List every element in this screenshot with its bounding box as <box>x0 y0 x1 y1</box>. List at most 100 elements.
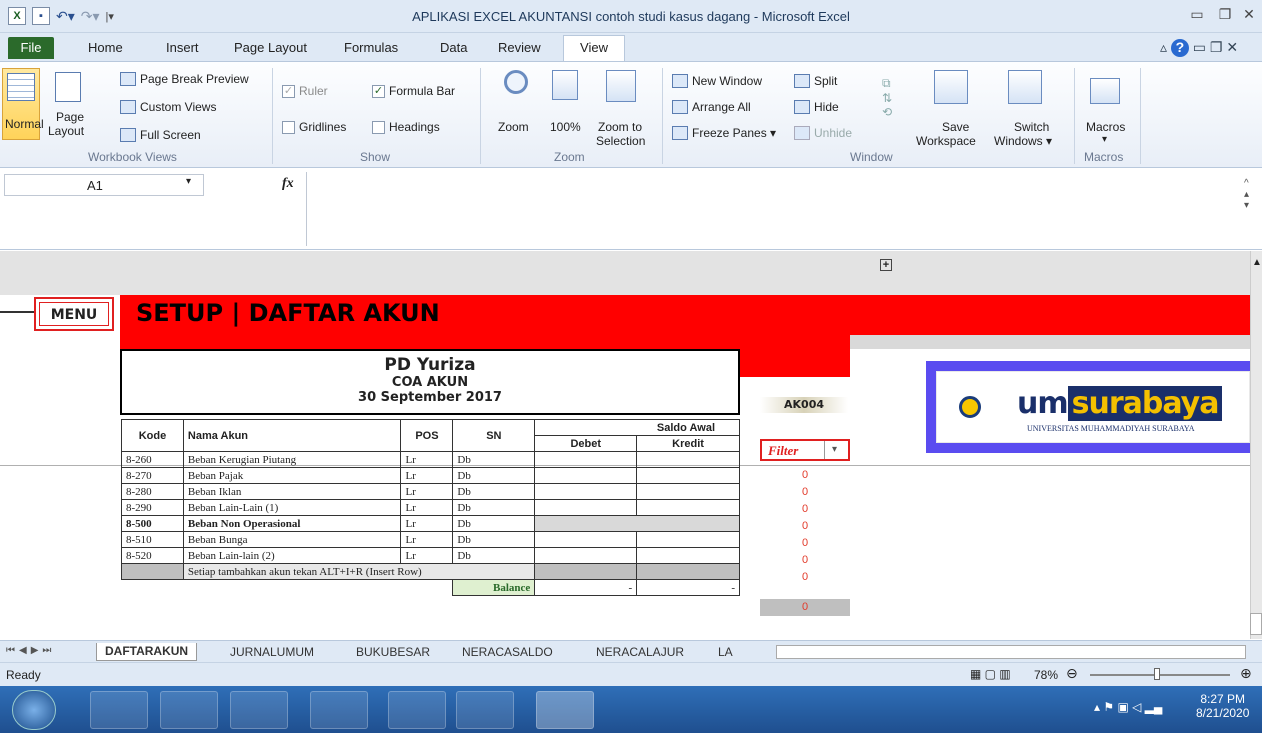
table-row[interactable]: 8-520 Beban Lain-lain (2) Lr Db <box>121 547 740 564</box>
save-workspace-button[interactable]: Save Workspace <box>916 68 986 148</box>
cell-debet[interactable] <box>534 467 638 484</box>
name-box[interactable]: A1 <box>4 174 204 196</box>
cell-kode[interactable]: 8-510 <box>121 531 184 548</box>
tab-file[interactable]: File <box>8 37 54 59</box>
cell-kode[interactable]: 8-270 <box>121 467 184 484</box>
tab-formulas[interactable]: Formulas <box>344 40 398 55</box>
ribbon-controls-icon[interactable]: ▵ ? ▭ ❐ ✕ <box>1160 39 1238 57</box>
horizontal-scrollbar[interactable] <box>776 645 1246 659</box>
page-break-preview-button[interactable]: Page Break Preview <box>120 72 249 86</box>
formula-input[interactable] <box>306 172 1238 246</box>
tab-data[interactable]: Data <box>440 40 467 55</box>
cell-nama[interactable]: Beban Bunga <box>182 531 402 548</box>
media-player-icon[interactable] <box>160 691 218 729</box>
tab-insert[interactable]: Insert <box>166 40 199 55</box>
tab-review[interactable]: Review <box>498 40 541 55</box>
cell-debet[interactable] <box>534 483 638 500</box>
zoom-in-icon[interactable]: ⊕ <box>1240 665 1252 682</box>
cell-debet[interactable] <box>534 547 638 564</box>
filter-arrow-icon[interactable]: ▾ <box>832 444 837 455</box>
cell-pos[interactable]: Lr <box>400 547 454 564</box>
cell-kode[interactable]: 8-520 <box>121 547 184 564</box>
table-row[interactable]: 8-290 Beban Lain-Lain (1) Lr Db <box>121 499 740 516</box>
cell-nama[interactable]: Beban Lain-Lain (1) <box>182 499 402 516</box>
zoom-slider[interactable] <box>1090 674 1230 676</box>
clock[interactable]: 8:27 PM 8/21/2020 <box>1196 692 1249 720</box>
cell-kode[interactable]: 8-280 <box>121 483 184 500</box>
worksheet[interactable]: + ▲ MENU SETUP | DAFTAR AKUN PD Yuriza C… <box>0 251 1262 639</box>
sheet-tab-la[interactable]: LA <box>718 645 733 659</box>
scroll-up-icon[interactable]: ▲ <box>1252 257 1262 268</box>
normal-view-button[interactable]: Normal <box>2 68 44 140</box>
cell-sn[interactable]: Db <box>452 531 536 548</box>
formula-bar-checkbox[interactable]: ✓ Formula Bar <box>372 84 455 98</box>
sheet-tab-neracasaldo[interactable]: NERACASALDO <box>462 645 553 659</box>
cell-kredit[interactable] <box>636 467 740 484</box>
hide-button[interactable]: Hide <box>794 100 839 114</box>
cell-sn[interactable]: Db <box>452 483 536 500</box>
cell-nama[interactable]: Beban Pajak <box>182 467 402 484</box>
cell-sn[interactable]: Db <box>452 499 536 516</box>
sheet-nav-icons[interactable]: ⏮◀▶⏭ <box>6 645 55 656</box>
ruler-checkbox[interactable]: ✓ Ruler <box>282 84 328 98</box>
zoom-button[interactable]: Zoom <box>494 68 538 140</box>
cell-debet[interactable] <box>534 499 638 516</box>
view-buttons-icon[interactable]: ▦ ▢ ▥ <box>970 667 1011 681</box>
table-row[interactable]: 8-270 Beban Pajak Lr Db <box>121 467 740 484</box>
cell-kredit[interactable] <box>636 547 740 564</box>
zoom-out-icon[interactable]: ⊖ <box>1066 665 1078 682</box>
cell-kode[interactable]: 8-290 <box>121 499 184 516</box>
table-row[interactable]: 8-280 Beban Iklan Lr Db <box>121 483 740 500</box>
page-layout-view-button[interactable]: Page Layout <box>44 68 92 140</box>
cell-debet[interactable] <box>534 531 638 548</box>
cell-nama[interactable]: Beban Non Operasional <box>182 515 402 532</box>
chrome-icon[interactable] <box>388 691 446 729</box>
cell-kredit[interactable] <box>636 483 740 500</box>
name-box-dropdown-icon[interactable]: ▾ <box>186 176 191 187</box>
cell-nama[interactable]: Beban Lain-lain (2) <box>182 547 402 564</box>
lisrel-icon[interactable] <box>230 691 288 729</box>
insert-function-icon[interactable]: fx <box>282 176 294 192</box>
switch-windows-button[interactable]: Switch Windows ▾ <box>988 68 1068 148</box>
cell-saldo[interactable] <box>534 515 740 532</box>
app-dark-icon[interactable] <box>310 691 368 729</box>
split-button[interactable]: Split <box>794 74 837 88</box>
system-tray-icons[interactable]: ▴ ⚑ ▣ ◁ ▂▄ <box>1094 700 1162 714</box>
cell-pos[interactable]: Lr <box>400 531 454 548</box>
cell-nama[interactable]: Beban Kerugian Piutang <box>182 451 402 468</box>
cell-sn[interactable]: Db <box>452 451 536 468</box>
gridlines-checkbox[interactable]: Gridlines <box>282 120 346 134</box>
cell-sn[interactable]: Db <box>452 547 536 564</box>
menu-button[interactable]: MENU <box>34 297 114 331</box>
cell-kredit[interactable] <box>636 531 740 548</box>
tab-view[interactable]: View <box>563 35 625 63</box>
formula-scroll-icon[interactable]: ^ ▴ ▾ <box>1244 178 1249 211</box>
table-row[interactable]: 8-500 Beban Non Operasional Lr Db <box>121 515 740 532</box>
full-screen-button[interactable]: Full Screen <box>120 128 201 142</box>
cell-debet[interactable] <box>534 451 638 468</box>
cell-sn[interactable]: Db <box>452 467 536 484</box>
cell-pos[interactable]: Lr <box>400 515 454 532</box>
explorer-icon[interactable] <box>90 691 148 729</box>
excel-taskbar-icon[interactable] <box>536 691 594 729</box>
sheet-tab-bukubesar[interactable]: BUKUBESAR <box>356 645 430 659</box>
cell-kredit[interactable] <box>636 499 740 516</box>
headings-checkbox[interactable]: Headings <box>372 120 440 134</box>
zoom-to-selection-button[interactable]: Zoom to Selection <box>590 68 654 148</box>
zoom-100-button[interactable]: 100% <box>546 68 586 140</box>
zoom-level[interactable]: 78% <box>1034 668 1058 682</box>
table-row[interactable]: 8-260 Beban Kerugian Piutang Lr Db <box>121 451 740 468</box>
freeze-panes-button[interactable]: Freeze Panes ▾ <box>672 126 776 140</box>
cell-kode[interactable]: 8-500 <box>121 515 184 532</box>
custom-views-button[interactable]: Custom Views <box>120 100 216 114</box>
sheet-tab-daftarakun[interactable]: DAFTARAKUN <box>96 643 198 661</box>
unhide-button[interactable]: Unhide <box>794 126 852 140</box>
expand-group-icon[interactable]: + <box>880 259 892 271</box>
cell-pos[interactable]: Lr <box>400 451 454 468</box>
filter-dropdown[interactable]: Filter ▾ <box>760 439 850 461</box>
cell-nama[interactable]: Beban Iklan <box>182 483 402 500</box>
sheet-tab-jurnalumum[interactable]: JURNALUMUM <box>230 645 314 659</box>
table-row[interactable]: 8-510 Beban Bunga Lr Db <box>121 531 740 548</box>
new-window-button[interactable]: New Window <box>672 74 762 88</box>
start-button[interactable] <box>12 690 56 730</box>
